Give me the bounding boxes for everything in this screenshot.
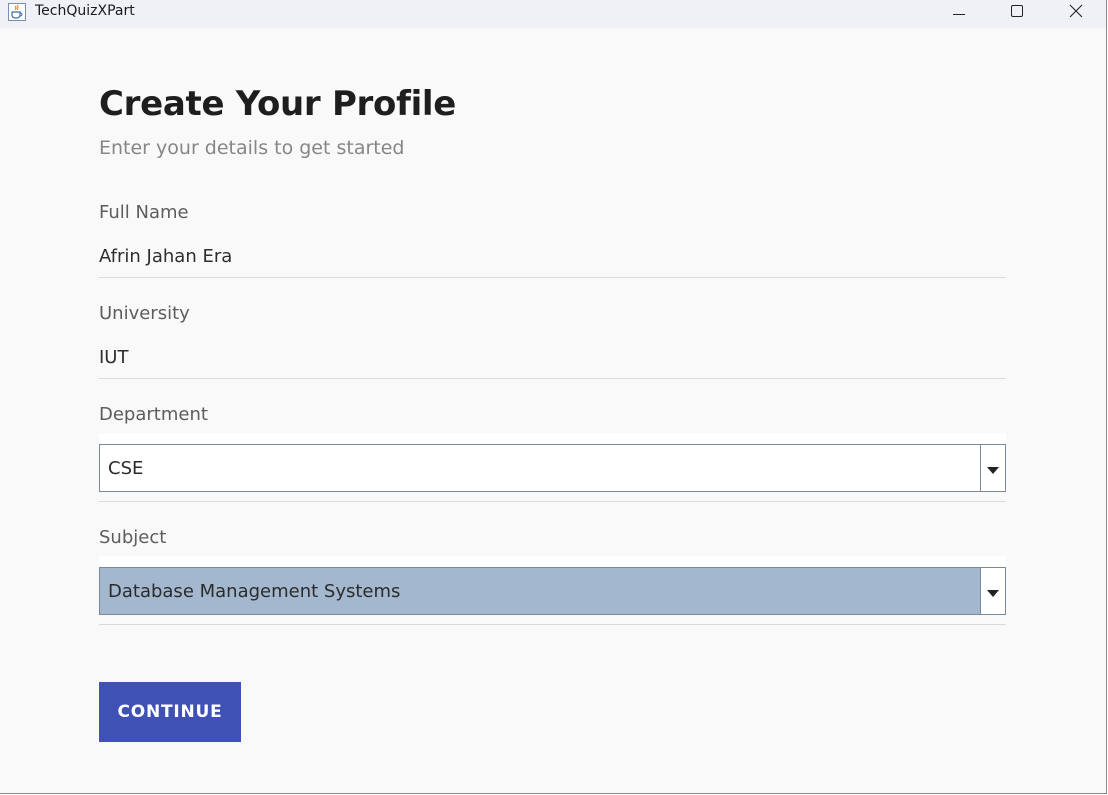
minimize-icon — [953, 5, 965, 17]
university-underline — [99, 378, 1006, 379]
minimize-button[interactable] — [936, 0, 982, 22]
subject-selected-value: Database Management Systems — [108, 581, 401, 602]
triangle-down-icon — [987, 582, 999, 601]
subject-underline — [99, 624, 1006, 625]
title-bar: TechQuizXPart — [0, 0, 1106, 28]
department-dropdown-button[interactable] — [980, 445, 1005, 491]
subject-dropdown-button[interactable] — [980, 568, 1005, 614]
app-window: TechQuizXPart Create Your Profile Enter … — [0, 0, 1107, 794]
triangle-down-icon — [987, 459, 999, 478]
continue-button[interactable]: CONTINUE — [99, 682, 241, 742]
university-label: University — [99, 303, 190, 324]
window-title: TechQuizXPart — [35, 3, 135, 19]
close-icon — [1069, 4, 1083, 18]
subject-label: Subject — [99, 527, 167, 548]
subject-select[interactable]: Database Management Systems — [99, 567, 1006, 615]
java-cup-icon — [8, 3, 26, 21]
page-subtitle: Enter your details to get started — [99, 137, 405, 159]
university-field[interactable]: IUT — [99, 347, 128, 368]
department-selected-value: CSE — [108, 458, 144, 479]
page-title: Create Your Profile — [99, 84, 457, 124]
maximize-icon — [1011, 5, 1023, 17]
department-select[interactable]: CSE — [99, 444, 1006, 492]
department-label: Department — [99, 404, 208, 425]
full-name-underline — [99, 277, 1006, 278]
full-name-label: Full Name — [99, 202, 189, 223]
close-button[interactable] — [1053, 0, 1099, 22]
full-name-field[interactable]: Afrin Jahan Era — [99, 246, 232, 267]
department-underline — [99, 501, 1006, 502]
maximize-button[interactable] — [994, 0, 1040, 22]
